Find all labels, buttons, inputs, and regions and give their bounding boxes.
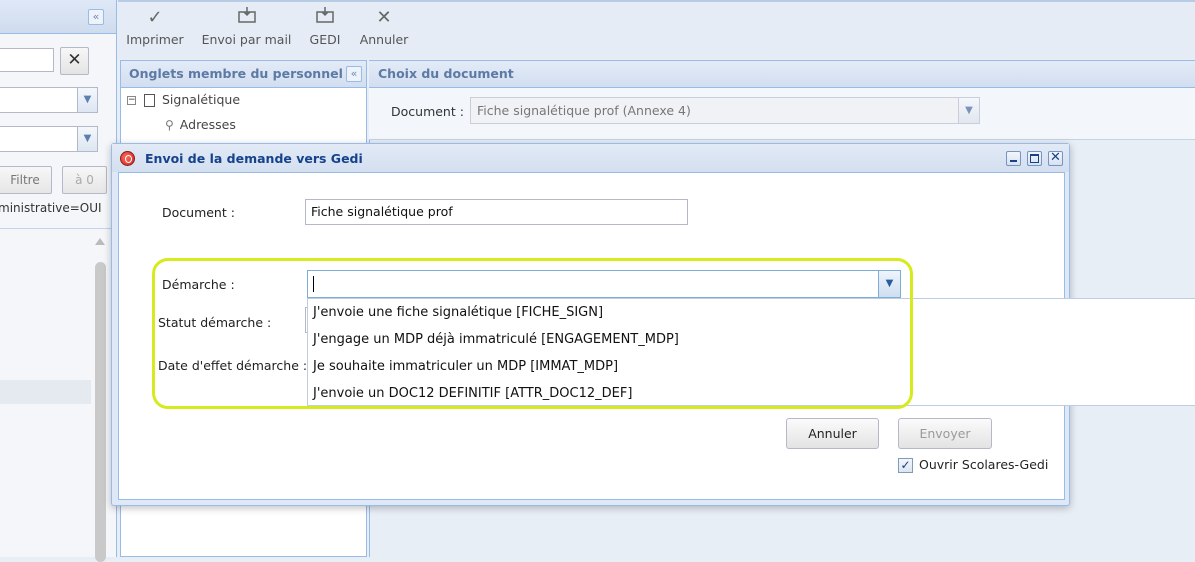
chevron-down-icon[interactable]: ▼ xyxy=(77,88,97,112)
toolbar-print-label: Imprimer xyxy=(126,32,184,47)
maximize-icon[interactable] xyxy=(1027,151,1042,166)
highlight-annotation xyxy=(152,258,913,409)
document-choice-label: Document : xyxy=(391,104,464,119)
checkmark-icon: ✓ xyxy=(900,458,911,472)
scroll-thumb[interactable] xyxy=(95,262,106,562)
document-field[interactable]: Fiche signalétique prof xyxy=(305,199,688,225)
open-scolares-checkbox[interactable]: ✓ xyxy=(898,458,913,473)
document-choice-select[interactable]: Fiche signalétique prof (Annexe 4) ▼ xyxy=(470,97,980,124)
open-scolares-label: Ouvrir Scolares-Gedi xyxy=(919,457,1049,472)
document-choice-value: Fiche signalétique prof (Annexe 4) xyxy=(477,103,691,118)
tree-node-adresses[interactable]: ⚲ Adresses xyxy=(165,117,236,139)
left-combo-1[interactable]: ▼ xyxy=(0,87,98,113)
left-divider xyxy=(0,228,116,229)
gedi-icon xyxy=(303,6,347,32)
cancel-button[interactable]: Annuler xyxy=(786,418,879,449)
location-pin-icon: ⚲ xyxy=(165,118,174,132)
right-panel-title: Choix du document xyxy=(378,66,514,81)
dialog-title: Envoi de la demande vers Gedi xyxy=(145,151,363,166)
toolbar-gedi-label: GEDI xyxy=(309,32,341,47)
filter-button[interactable]: Filtre xyxy=(0,166,52,194)
document-label: Document : xyxy=(162,205,235,220)
reset-zero-button[interactable]: à 0 xyxy=(62,166,107,194)
toolbar-gedi-button[interactable]: GEDI xyxy=(303,6,347,56)
toolbar-cancel-button[interactable]: ✕ Annuler xyxy=(357,6,411,56)
middle-collapse-icon[interactable]: « xyxy=(346,66,362,82)
send-button[interactable]: Envoyer xyxy=(898,418,992,449)
chevron-down-icon[interactable]: ▼ xyxy=(77,127,97,151)
tree-collapse-icon[interactable]: − xyxy=(127,96,136,105)
document-icon xyxy=(144,94,155,107)
toolbar-mail-button[interactable]: Envoi par mail xyxy=(199,6,294,56)
check-icon: ✓ xyxy=(147,7,163,28)
middle-panel-title: Onglets membre du personnel xyxy=(129,66,343,81)
tree-node-signaletique[interactable]: − Signalétique xyxy=(127,92,240,114)
left-clear-button[interactable]: ✕ xyxy=(60,47,89,75)
tree-node-label: Adresses xyxy=(179,117,236,132)
tree-node-label: Signalétique xyxy=(162,92,241,107)
left-collapse-icon[interactable]: « xyxy=(88,9,104,25)
close-icon[interactable]: ✕ xyxy=(1048,151,1063,166)
toolbar-print-button[interactable]: ✓ Imprimer xyxy=(124,6,186,56)
mail-icon xyxy=(199,6,294,32)
left-scrollbar[interactable] xyxy=(94,236,108,562)
clear-icon: ✕ xyxy=(67,50,82,70)
left-combo-2[interactable]: ▼ xyxy=(0,126,98,152)
chevron-down-icon[interactable]: ▼ xyxy=(958,98,979,123)
toolbar-cancel-label: Annuler xyxy=(359,32,409,47)
close-icon: ✕ xyxy=(376,7,392,28)
filter-summary-text: ministrative=OUI xyxy=(0,201,102,215)
app-logo-icon xyxy=(120,151,135,166)
left-search-input[interactable] xyxy=(0,48,54,72)
scroll-up-icon[interactable] xyxy=(95,238,105,245)
minimize-icon[interactable] xyxy=(1006,151,1021,166)
left-list-row[interactable] xyxy=(0,380,91,404)
toolbar-mail-label: Envoi par mail xyxy=(201,32,292,47)
